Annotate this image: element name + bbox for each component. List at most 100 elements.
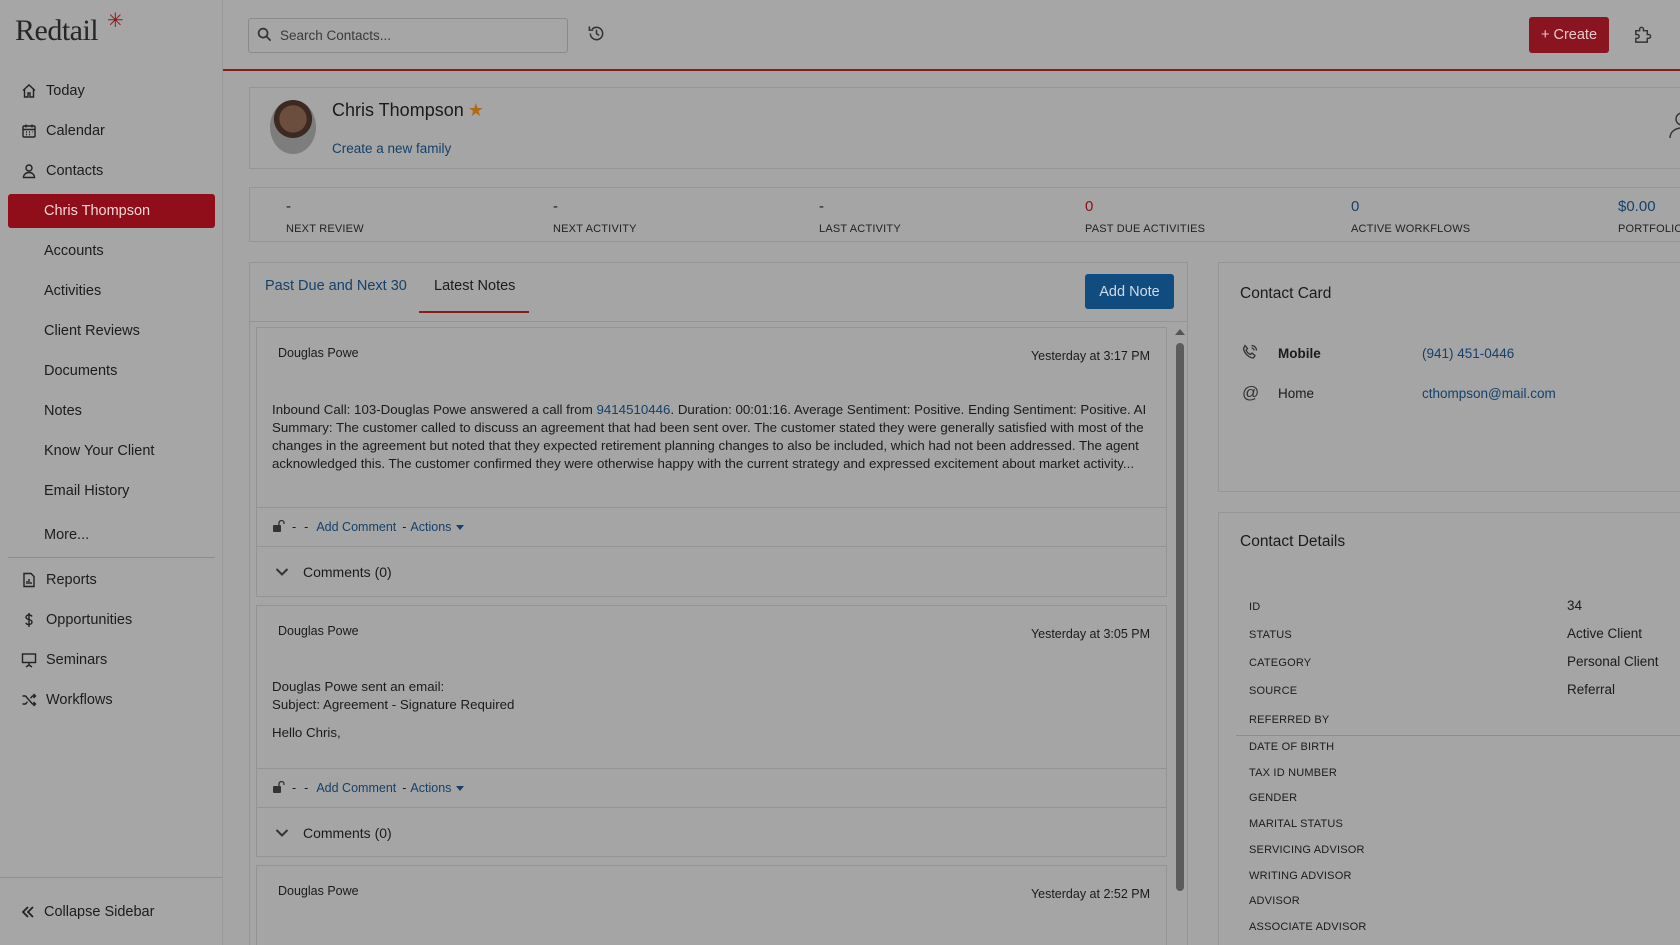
unlock-icon[interactable] — [273, 780, 286, 796]
tab-past-due-next-30[interactable]: Past Due and Next 30 — [265, 278, 407, 294]
sidebar-item-workflows[interactable]: Workflows — [8, 683, 215, 717]
stat-label: NEXT REVIEW — [286, 223, 364, 235]
stat-last-activity[interactable]: - LAST ACTIVITY — [819, 198, 901, 235]
detail-row-date-of-birth: DATE OF BIRTH — [1236, 736, 1680, 760]
detail-row-associate-advisor: ASSOCIATE ADVISOR — [1236, 916, 1680, 940]
unlock-icon[interactable] — [273, 519, 286, 535]
stat-value: $0.00 — [1618, 198, 1656, 215]
history-icon[interactable] — [587, 24, 606, 46]
sidebar-item-chris-thompson[interactable]: Chris Thompson — [8, 194, 215, 228]
add-note-button[interactable]: Add Note — [1085, 274, 1174, 309]
detail-row-servicing-advisor: SERVICING ADVISOR — [1236, 839, 1680, 863]
calendar-icon — [20, 122, 38, 140]
scroll-thumb[interactable] — [1176, 343, 1184, 891]
stat-active-workflows[interactable]: 0 ACTIVE WORKFLOWS — [1351, 198, 1470, 235]
phone-link[interactable]: 9414510446 — [596, 402, 670, 417]
sidebar-item-documents[interactable]: Documents — [8, 354, 215, 388]
actions-dropdown[interactable]: Actions — [410, 520, 465, 534]
add-comment-link[interactable]: Add Comment — [316, 781, 396, 795]
favorite-star-icon[interactable]: ★ — [468, 100, 484, 120]
note-actions-bar: - - Add Comment - Actions — [257, 507, 1166, 546]
sidebar-item-label: Client Reviews — [44, 323, 140, 339]
scroll-up-icon[interactable] — [1174, 329, 1185, 335]
summary-stats: - NEXT REVIEW - NEXT ACTIVITY - LAST ACT… — [249, 187, 1680, 242]
sidebar-item-activities[interactable]: Activities — [8, 274, 215, 308]
detail-row-gender: GENDER — [1236, 787, 1680, 811]
detail-row-referred-by: REFERRED BY — [1236, 709, 1680, 733]
sidebar-item-contacts[interactable]: Contacts — [8, 154, 215, 188]
sidebar-item-email-history[interactable]: Email History — [8, 474, 215, 508]
detail-label: STATUS — [1249, 629, 1292, 641]
actions-dropdown[interactable]: Actions — [410, 781, 465, 795]
notes-panel: Past Due and Next 30 Latest Notes Add No… — [249, 262, 1188, 945]
create-family-link[interactable]: Create a new family — [332, 141, 451, 156]
phone-icon — [1242, 343, 1258, 363]
sidebar-item-notes[interactable]: Notes — [8, 394, 215, 428]
note-body-line: Douglas Powe sent an email: — [272, 679, 445, 694]
sidebar-item-label: Accounts — [44, 243, 104, 259]
person-outline-icon[interactable] — [1666, 110, 1680, 143]
search-input[interactable] — [280, 28, 560, 43]
email-link[interactable]: cthompson@mail.com — [1422, 386, 1556, 401]
sidebar-item-calendar[interactable]: Calendar — [8, 114, 215, 148]
add-comment-link[interactable]: Add Comment — [316, 520, 396, 534]
sidebar-item-seminars[interactable]: Seminars — [8, 643, 215, 677]
sidebar-item-more[interactable]: More... — [8, 518, 215, 552]
stat-value: - — [553, 198, 558, 215]
collapse-sidebar-button[interactable]: Collapse Sidebar — [0, 877, 223, 945]
sidebar-item-label: Know Your Client — [44, 443, 155, 459]
detail-label: ID — [1249, 601, 1261, 613]
sidebar-item-today[interactable]: Today — [8, 74, 215, 108]
note-author: Douglas Powe — [278, 884, 359, 898]
puzzle-icon[interactable] — [1632, 24, 1653, 48]
stat-past-due-activities[interactable]: 0 PAST DUE ACTIVITIES — [1085, 198, 1205, 235]
note-body: Douglas Powe sent an email: Subject: Agr… — [272, 678, 1152, 742]
contact-name: Chris Thompson ★ — [332, 100, 484, 121]
stat-next-review[interactable]: - NEXT REVIEW — [286, 198, 364, 235]
note-body: Inbound Call: 103-Douglas Powe answered … — [272, 401, 1152, 473]
stat-label: NEXT ACTIVITY — [553, 223, 637, 235]
detail-label: CATEGORY — [1249, 657, 1312, 669]
separator-dash: - — [292, 781, 297, 795]
sidebar-item-opportunities[interactable]: Opportunities — [8, 603, 215, 637]
sidebar-divider — [8, 557, 215, 558]
sidebar-item-label: Workflows — [46, 692, 113, 708]
double-chevron-left-icon — [20, 904, 36, 920]
separator-dash: - — [402, 781, 407, 795]
sidebar-item-know-your-client[interactable]: Know Your Client — [8, 434, 215, 468]
note-actions-bar: - - Add Comment - Actions — [257, 768, 1166, 807]
separator-dash: - — [292, 520, 297, 534]
comments-toggle[interactable]: Comments (0) — [257, 807, 1166, 857]
sidebar-item-label: Reports — [46, 572, 97, 588]
separator-dash: - — [304, 781, 309, 795]
sidebar-item-label: Seminars — [46, 652, 108, 668]
contact-details: Contact Details ID 34 STATUS Active Client… — [1218, 512, 1680, 945]
sidebar-item-client-reviews[interactable]: Client Reviews — [8, 314, 215, 348]
note-body-line: Hello Chris, — [272, 725, 341, 740]
note-time: Yesterday at 2:52 PM — [1030, 887, 1150, 901]
stat-label: LAST ACTIVITY — [819, 223, 901, 235]
search-box[interactable] — [248, 18, 568, 53]
notes-scrollbar[interactable] — [1174, 325, 1185, 945]
detail-row-source: SOURCE Referral — [1236, 680, 1680, 704]
sidebar-item-reports[interactable]: Reports — [8, 563, 215, 597]
note-item: Douglas Powe Yesterday at 3:17 PM Inboun… — [256, 327, 1167, 597]
note-time: Yesterday at 3:17 PM — [1030, 349, 1150, 363]
sidebar: Redtail ✳ Today Calendar Contacts Chris … — [0, 0, 223, 945]
comments-label: Comments (0) — [303, 563, 392, 580]
comments-toggle[interactable]: Comments (0) — [257, 546, 1166, 596]
stat-next-activity[interactable]: - NEXT ACTIVITY — [553, 198, 637, 235]
phone-number-link[interactable]: (941) 451-0446 — [1422, 346, 1514, 361]
create-button[interactable]: + Create — [1529, 17, 1609, 53]
contact-card: Contact Card Mobile (941) 451-0446 @ Hom… — [1218, 262, 1680, 492]
redtail-logo[interactable]: Redtail ✳ — [15, 8, 124, 48]
collapse-sidebar-label: Collapse Sidebar — [44, 903, 155, 920]
separator-dash: - — [304, 520, 309, 534]
report-icon — [20, 571, 38, 589]
stat-label: PAST DUE ACTIVITIES — [1085, 223, 1206, 235]
sidebar-item-accounts[interactable]: Accounts — [8, 234, 215, 268]
stat-portfolio[interactable]: $0.00 PORTFOLIO — [1618, 198, 1680, 235]
detail-value: 34 — [1567, 598, 1583, 613]
tab-latest-notes[interactable]: Latest Notes — [434, 278, 515, 294]
caret-down-icon — [456, 786, 465, 792]
